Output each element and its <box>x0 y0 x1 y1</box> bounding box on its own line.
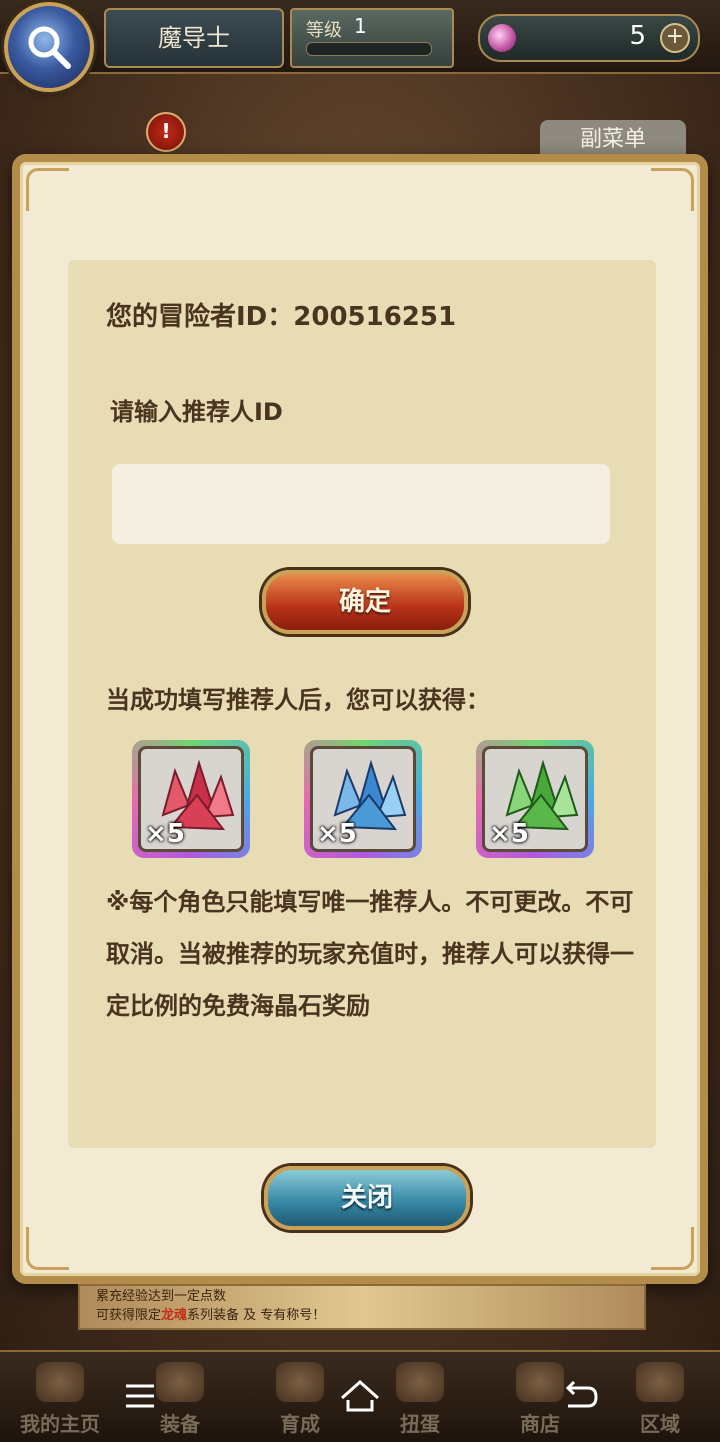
reward-title: 当成功填写推荐人后，您可以获得： <box>106 686 490 714</box>
exp-bar <box>306 42 432 56</box>
nav-item-home[interactable]: 我的主页 <box>0 1352 120 1442</box>
referral-dialog: 您的冒险者ID：200516251 请输入推荐人ID 确定 当成功填写推荐人后，… <box>12 154 708 1284</box>
magnifier-icon <box>28 26 71 69</box>
gem-icon <box>488 24 516 52</box>
referrer-prompt: 请输入推荐人ID <box>110 398 283 426</box>
reward-item-red-crystal[interactable]: ×5 <box>132 740 250 858</box>
banner-line-2-suffix: 系列装备 及 专有称号！ <box>187 1308 326 1323</box>
level-panel: 等级 1 <box>290 8 454 68</box>
banner-highlight: 龙魂 <box>161 1308 188 1323</box>
gem-counter: 5 + <box>478 14 700 62</box>
home-icon[interactable] <box>338 1376 382 1416</box>
player-name: 魔导士 <box>104 8 284 68</box>
reward-frame: ×5 <box>482 746 588 852</box>
nav-item-region[interactable]: 区域 <box>600 1352 720 1442</box>
helmet-icon <box>156 1362 204 1402</box>
banner-line-2: 可获得限定龙魂系列装备 及 专有称号！ <box>96 1306 325 1326</box>
banner-line-1: 累充经验达到一定点数 <box>96 1289 227 1304</box>
alert-icon[interactable]: ! <box>146 112 186 152</box>
content-panel: 您的冒险者ID：200516251 请输入推荐人ID 确定 当成功填写推荐人后，… <box>68 260 656 1148</box>
ornament-corner <box>651 168 694 211</box>
bag-icon <box>516 1362 564 1402</box>
ornament-corner <box>26 1227 69 1270</box>
reward-item-green-crystal[interactable]: ×5 <box>476 740 594 858</box>
reward-quantity: ×5 <box>489 819 529 849</box>
confirm-button[interactable]: 确定 <box>262 570 468 634</box>
adventurer-id-value: 200516251 <box>293 302 457 332</box>
back-icon[interactable] <box>560 1376 600 1416</box>
adventurer-id-label: 您的冒险者ID： <box>106 302 294 332</box>
referrer-id-input[interactable] <box>112 464 610 544</box>
adventurer-id-line: 您的冒险者ID：200516251 <box>106 296 456 333</box>
nav-label: 区域 <box>640 1412 680 1436</box>
gem-count: 5 <box>629 21 646 51</box>
reward-frame: ×5 <box>138 746 244 852</box>
reward-item-blue-crystal[interactable]: ×5 <box>304 740 422 858</box>
scroll-icon <box>36 1362 84 1402</box>
banner-line-2-prefix: 可获得限定 <box>96 1308 162 1323</box>
nav-label: 我的主页 <box>20 1412 100 1436</box>
referral-note: ※每个角色只能填写唯一推荐人。不可更改。不可取消。当被推荐的玩家充值时，推荐人可… <box>106 888 634 1020</box>
event-banner[interactable]: 累充经验达到一定点数 可获得限定龙魂系列装备 及 专有称号！ <box>78 1284 646 1330</box>
level-label: 等级 <box>306 20 342 41</box>
gacha-icon <box>396 1362 444 1402</box>
add-gem-button[interactable]: + <box>660 23 690 53</box>
ornament-corner <box>651 1227 694 1270</box>
close-button[interactable]: 关闭 <box>264 1166 470 1230</box>
reward-frame: ×5 <box>310 746 416 852</box>
sword-icon <box>276 1362 324 1402</box>
level-value: 1 <box>354 14 367 38</box>
menu-icon[interactable] <box>120 1376 160 1416</box>
reward-quantity: ×5 <box>145 819 185 849</box>
globe-icon <box>636 1362 684 1402</box>
ornament-corner <box>26 168 69 211</box>
player-avatar[interactable] <box>4 2 94 92</box>
reward-quantity: ×5 <box>317 819 357 849</box>
